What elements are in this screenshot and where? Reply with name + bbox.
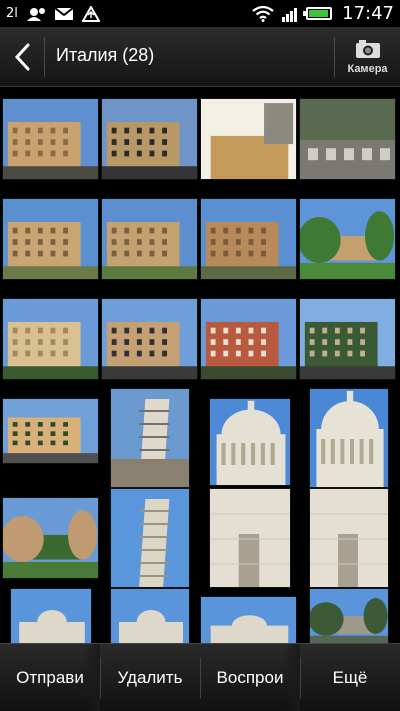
bottom-action-bar: Отправи Удалить Воспрои Ещё	[0, 643, 400, 711]
photo-image	[102, 199, 197, 279]
photo-image	[3, 498, 98, 578]
photo-thumbnail[interactable]	[299, 298, 396, 380]
photo-image	[201, 99, 296, 179]
photo-thumbnail[interactable]	[101, 198, 198, 280]
photo-thumbnail[interactable]	[2, 198, 99, 280]
voicemail-icon	[26, 7, 45, 21]
back-button[interactable]	[0, 27, 44, 87]
photo-image	[310, 589, 388, 643]
action-bar: Италия (28) Камера	[0, 27, 400, 87]
album-title: Италия (28)	[56, 45, 155, 65]
upload-icon	[81, 5, 100, 22]
photo-image	[201, 299, 296, 379]
photo-image	[300, 99, 395, 179]
photo-thumbnail[interactable]	[2, 497, 99, 579]
photo-image	[201, 597, 296, 643]
photo-image	[300, 299, 395, 379]
photo-thumbnail[interactable]	[299, 98, 396, 180]
photo-image	[102, 99, 197, 179]
photo-thumbnail[interactable]	[200, 98, 297, 180]
photo-image	[300, 199, 395, 279]
photo-image	[3, 399, 98, 463]
photo-image	[102, 299, 197, 379]
photo-thumbnail[interactable]	[110, 488, 190, 588]
photo-thumbnail[interactable]	[209, 398, 291, 486]
photo-image	[111, 589, 189, 643]
photo-thumbnail[interactable]	[200, 298, 297, 380]
play-button[interactable]: Воспрои	[200, 644, 300, 711]
photo-thumbnail[interactable]	[2, 98, 99, 180]
photo-thumbnail[interactable]	[10, 588, 92, 643]
photo-thumbnail[interactable]	[110, 588, 190, 643]
battery-icon	[303, 7, 333, 20]
photo-image	[310, 489, 388, 587]
photo-image	[310, 389, 388, 487]
delete-button[interactable]: Удалить	[100, 644, 200, 711]
photo-thumbnail[interactable]	[101, 298, 198, 380]
camera-button[interactable]: Камера	[335, 27, 400, 87]
divider	[44, 37, 45, 77]
photo-image	[210, 399, 290, 485]
photo-grid[interactable]	[0, 88, 400, 643]
status-bar: 2l 17:47	[0, 0, 400, 27]
delete-label: Удалить	[117, 667, 183, 687]
photo-thumbnail[interactable]	[309, 488, 389, 588]
share-label: Отправи	[16, 667, 84, 687]
photo-thumbnail[interactable]	[101, 98, 198, 180]
photo-image	[111, 389, 189, 487]
photo-image	[210, 489, 290, 587]
signal-icon	[282, 7, 298, 22]
photo-thumbnail[interactable]	[309, 588, 389, 643]
photo-thumbnail[interactable]	[200, 596, 297, 643]
photo-thumbnail[interactable]	[2, 398, 99, 464]
play-label: Воспрои	[216, 667, 284, 687]
photo-image	[11, 589, 91, 643]
photo-thumbnail[interactable]	[299, 198, 396, 280]
photo-image	[111, 489, 189, 587]
chevron-left-icon	[14, 43, 30, 71]
photo-image	[201, 199, 296, 279]
photo-image	[3, 99, 98, 179]
photo-thumbnail[interactable]	[2, 298, 99, 380]
notification-count: 2l	[6, 6, 18, 21]
clock: 17:47	[342, 3, 394, 24]
camera-icon	[355, 40, 380, 58]
gmail-icon	[54, 6, 74, 20]
photo-image	[3, 199, 98, 279]
photo-thumbnail[interactable]	[309, 388, 389, 488]
more-label: Ещё	[332, 667, 368, 687]
photo-thumbnail[interactable]	[200, 198, 297, 280]
photo-thumbnail[interactable]	[110, 388, 190, 488]
share-button[interactable]: Отправи	[0, 644, 100, 711]
wifi-icon	[252, 5, 274, 22]
photo-image	[3, 299, 98, 379]
camera-label: Камера	[347, 63, 388, 75]
photo-thumbnail[interactable]	[209, 488, 291, 588]
more-button[interactable]: Ещё	[300, 644, 400, 711]
